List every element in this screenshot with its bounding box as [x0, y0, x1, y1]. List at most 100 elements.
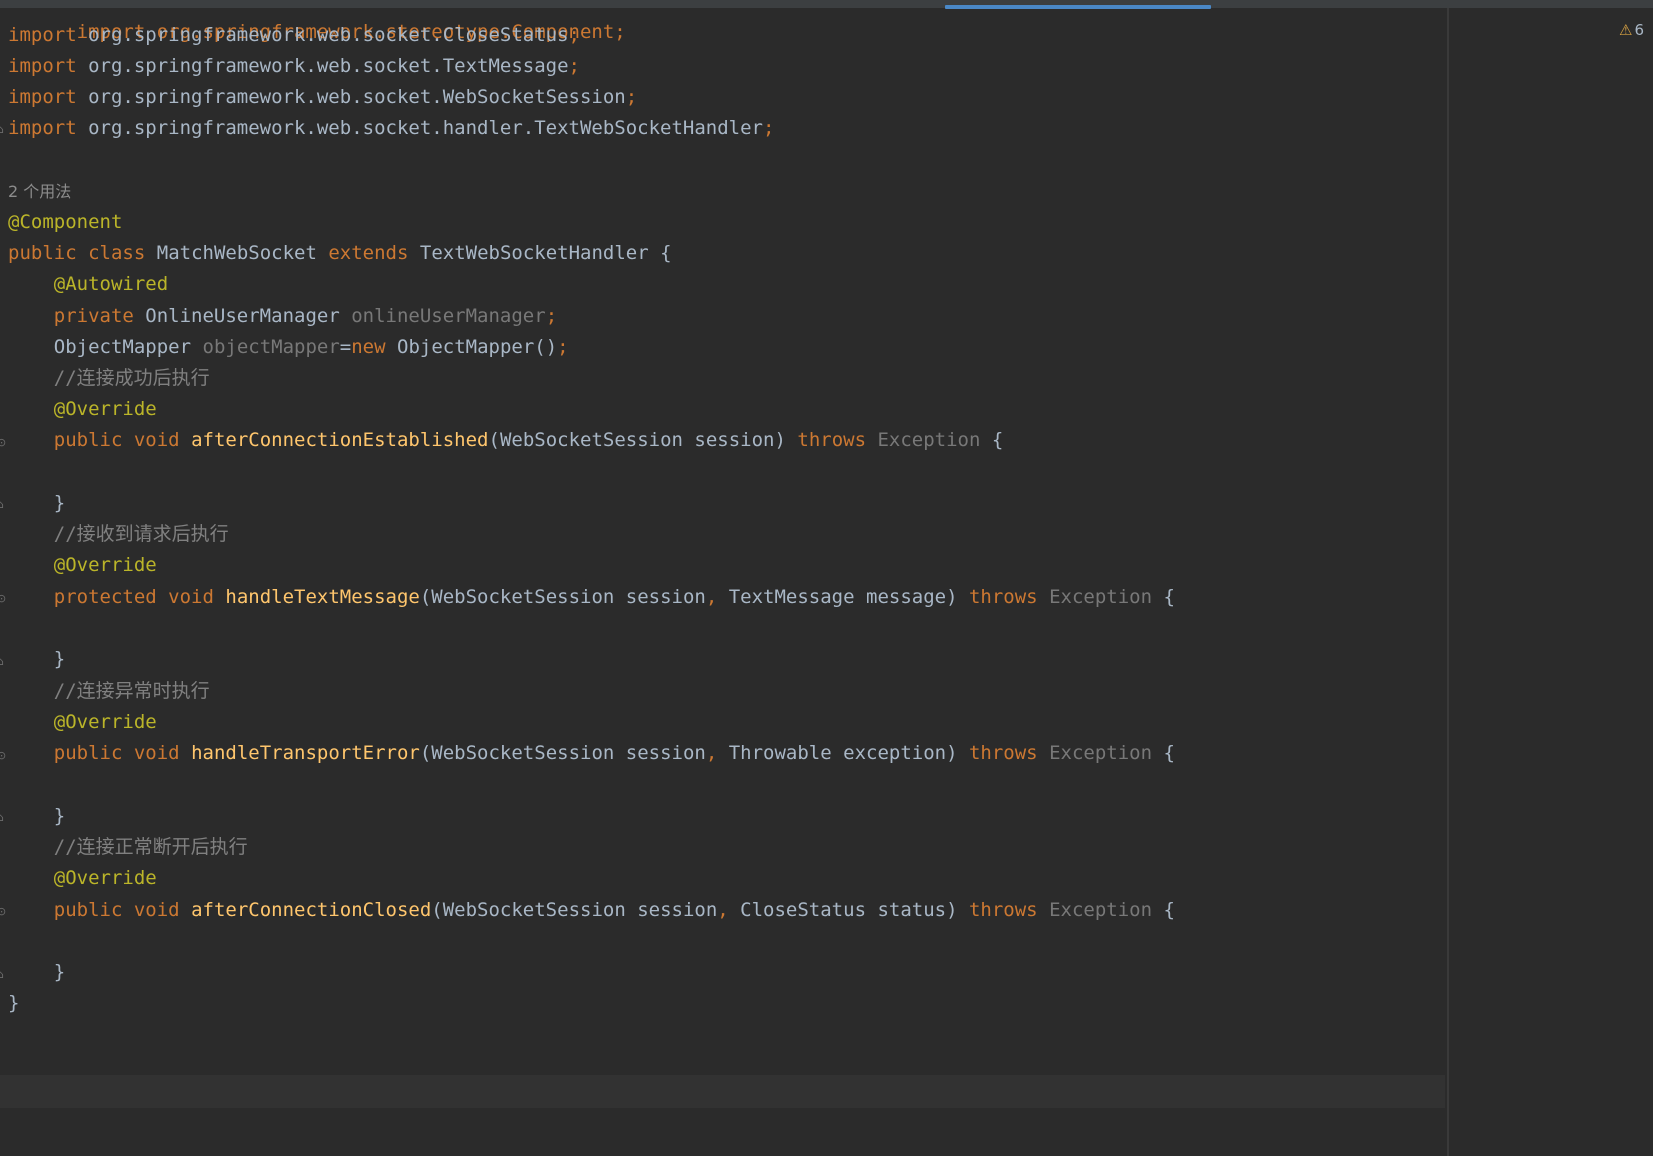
comma: , [705, 586, 718, 608]
fold-end-icon[interactable]: ⌂ [0, 123, 7, 137]
code-line: public void handleTransportError(WebSock… [8, 737, 1175, 770]
keyword: import [8, 86, 77, 108]
comma: , [705, 742, 718, 764]
code-line: @Component [8, 206, 122, 239]
brace: } [53, 805, 66, 827]
field-type: OnlineUserManager [145, 305, 340, 327]
comment: //接收到请求后执行 [53, 523, 229, 545]
code-area[interactable]: import org.springframework.stereotype.Co… [0, 0, 1445, 1156]
fold-end-icon[interactable]: ⌂ [0, 655, 7, 669]
semicolon: ; [763, 117, 775, 139]
constructor-call: ObjectMapper() [397, 336, 558, 358]
method-params: Throwable exception) [717, 742, 958, 764]
import-package: org.springframework.web.socket. [88, 24, 443, 46]
annotation: @Override [53, 398, 157, 420]
comma: , [717, 899, 729, 921]
usage-hint-text[interactable]: 2 个用法 [8, 182, 71, 201]
method-name: afterConnectionEstablished [191, 429, 489, 451]
code-line: } [8, 800, 65, 833]
override-gutter-icon[interactable]: ⊙ [0, 592, 7, 606]
usage-hint[interactable]: 2 个用法 [8, 175, 71, 208]
keyword: throws [968, 586, 1038, 608]
import-package: org.springframework.web.socket. [88, 55, 443, 77]
code-line: public class MatchWebSocket extends Text… [8, 237, 672, 270]
method-params: (WebSocketSession session [419, 742, 706, 764]
keyword: throws [797, 429, 867, 451]
annotation: @Autowired [53, 273, 169, 295]
brace: } [53, 961, 66, 983]
brace: } [53, 492, 66, 514]
code-line: //连接异常时执行 [8, 675, 210, 708]
inspection-warning-indicator[interactable]: ⚠ 6 [1619, 20, 1644, 40]
code-line: @Override [8, 549, 157, 582]
keyword: private [53, 305, 134, 327]
keyword: import [8, 55, 77, 77]
keyword: public [53, 899, 123, 921]
semicolon: ; [568, 24, 580, 46]
import-class: TextWebSocketHandler [534, 117, 763, 139]
method-params: CloseStatus status) [728, 899, 958, 921]
semicolon: ; [545, 305, 558, 327]
code-line: } [8, 643, 65, 676]
keyword: import [8, 117, 77, 139]
exception-type: Exception [1049, 586, 1153, 608]
import-class: TextMessage [442, 55, 569, 77]
keyword: void [168, 586, 214, 608]
operator: = [339, 336, 352, 358]
warning-triangle-icon: ⚠ [1619, 21, 1633, 39]
brace: } [8, 992, 20, 1014]
keyword: public [53, 742, 123, 764]
code-line: @Autowired [8, 268, 168, 301]
keyword: void [133, 899, 180, 921]
keyword: throws [968, 899, 1038, 921]
keyword: public [8, 242, 77, 264]
code-line: ObjectMapper objectMapper=new ObjectMapp… [8, 331, 569, 364]
super-class: TextWebSocketHandler [419, 242, 649, 264]
method-params: (WebSocketSession session [419, 586, 706, 608]
import-class: CloseStatus [442, 24, 569, 46]
code-editor[interactable]: ⚠ 6 import org.springframework.stereotype… [0, 0, 1653, 1156]
keyword: extends [328, 242, 409, 264]
keyword: class [88, 242, 146, 264]
code-line: private OnlineUserManager onlineUserMana… [8, 300, 557, 333]
code-line: public void afterConnectionEstablished(W… [8, 424, 1004, 457]
annotation: @Component [8, 211, 123, 233]
fold-end-icon[interactable]: ⌂ [0, 811, 7, 825]
import-package: org.springframework.web.socket. [88, 86, 443, 108]
code-line: public void afterConnectionClosed(WebSoc… [8, 894, 1175, 927]
code-line: @Override [8, 862, 157, 895]
field-name: onlineUserManager [351, 305, 546, 327]
code-line: } [8, 956, 65, 989]
semicolon: ; [557, 336, 569, 358]
code-line: } [8, 987, 19, 1020]
semicolon: ; [568, 55, 580, 77]
semicolon: ; [625, 86, 638, 108]
code-line: //连接成功后执行 [8, 362, 210, 395]
code-line: import org.springframework.web.socket.ha… [8, 112, 774, 145]
brace: } [53, 648, 66, 670]
override-gutter-icon[interactable]: ⊙ [0, 749, 7, 763]
fold-end-icon[interactable]: ⌂ [0, 498, 7, 512]
brace: { [1163, 586, 1175, 608]
code-line: } [8, 487, 65, 520]
override-gutter-icon[interactable]: ⊙ [0, 905, 7, 919]
annotation: @Override [53, 711, 157, 733]
override-gutter-icon[interactable]: ⊙ [0, 436, 7, 450]
field-name: objectMapper [202, 336, 340, 358]
comment: //连接成功后执行 [53, 367, 210, 389]
keyword: public [53, 429, 123, 451]
class-name: MatchWebSocket [156, 242, 317, 264]
code-line: import org.springframework.web.socket.We… [8, 81, 637, 114]
import-class: WebSocketSession [442, 86, 626, 108]
comment: //连接正常断开后执行 [53, 836, 248, 858]
code-line: @Override [8, 706, 157, 739]
code-line: import org.springframework.stereotype.Co… [8, 0, 626, 43]
caret-line-highlight [0, 1075, 1445, 1108]
fold-end-icon[interactable]: ⌂ [0, 968, 7, 982]
keyword: import [8, 24, 77, 46]
brace: { [1163, 742, 1175, 764]
method-name: handleTextMessage [225, 586, 420, 608]
keyword: protected [53, 586, 157, 608]
exception-type: Exception [1049, 899, 1153, 921]
code-line: @Override [8, 393, 157, 426]
